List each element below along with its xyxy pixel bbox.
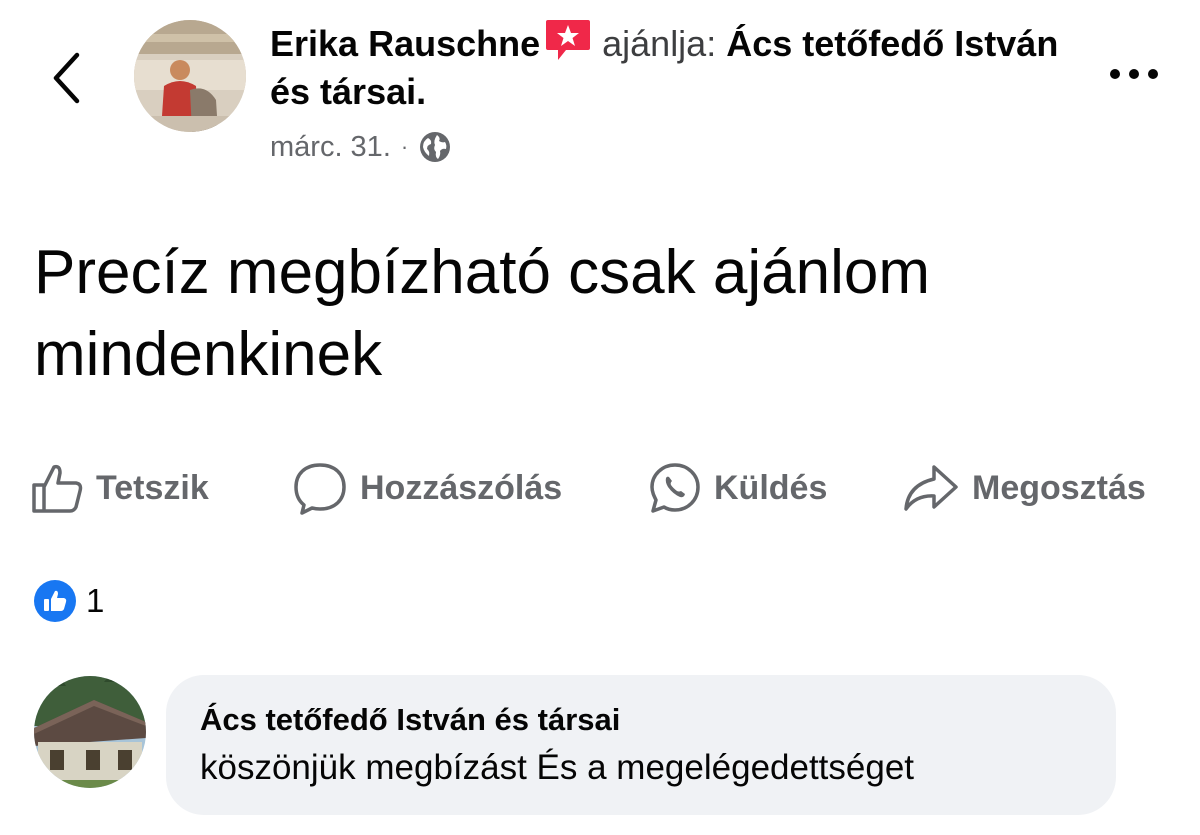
like-button[interactable]: Tetszik [30, 456, 209, 520]
comment-bubble: Ács tetőfedő István és társai köszönjük … [166, 675, 1116, 815]
send-label: Küldés [714, 468, 828, 507]
avatar-photo [134, 20, 246, 132]
commenter-avatar[interactable] [34, 676, 146, 788]
share-button[interactable]: Megosztás [902, 456, 1146, 520]
comment-text: köszönjük megbízást És a megelégedettség… [200, 748, 915, 787]
post-text: Precíz megbízható csak ajánlom mindenkin… [34, 238, 930, 389]
thumbs-up-icon [32, 464, 83, 513]
star-badge-icon [544, 18, 592, 62]
send-whatsapp-button[interactable]: Küldés [648, 456, 827, 520]
share-icon [904, 465, 958, 511]
comment-button[interactable]: Hozzászólás [292, 456, 562, 520]
reaction-summary[interactable]: 1 [34, 580, 104, 622]
post-date[interactable]: márc. 31. [270, 131, 391, 164]
globe-icon [420, 132, 451, 162]
meta-separator: · [400, 134, 409, 159]
recommend-verb: ajánlja: [602, 23, 717, 64]
like-label: Tetszik [96, 468, 209, 507]
post-meta: márc. 31. · [270, 130, 452, 164]
whatsapp-icon [650, 463, 700, 513]
back-button[interactable] [44, 48, 88, 108]
like-reaction-icon [34, 580, 76, 622]
action-bar: Tetszik Hozzászólás Küldés Megosztás [0, 456, 1200, 520]
share-label: Megosztás [972, 468, 1146, 507]
comment-label: Hozzászólás [360, 468, 563, 507]
author-avatar[interactable] [134, 20, 246, 132]
author-name[interactable]: Erika Rauschne [270, 23, 540, 64]
commenter-avatar-photo [34, 676, 146, 788]
comment-author[interactable]: Ács tetőfedő István és társai [200, 699, 1082, 741]
more-options-button[interactable] [1104, 56, 1164, 92]
reaction-count: 1 [86, 582, 105, 619]
more-horizontal-icon [1110, 69, 1158, 79]
chevron-left-icon [53, 52, 80, 104]
comment-icon [294, 463, 346, 515]
